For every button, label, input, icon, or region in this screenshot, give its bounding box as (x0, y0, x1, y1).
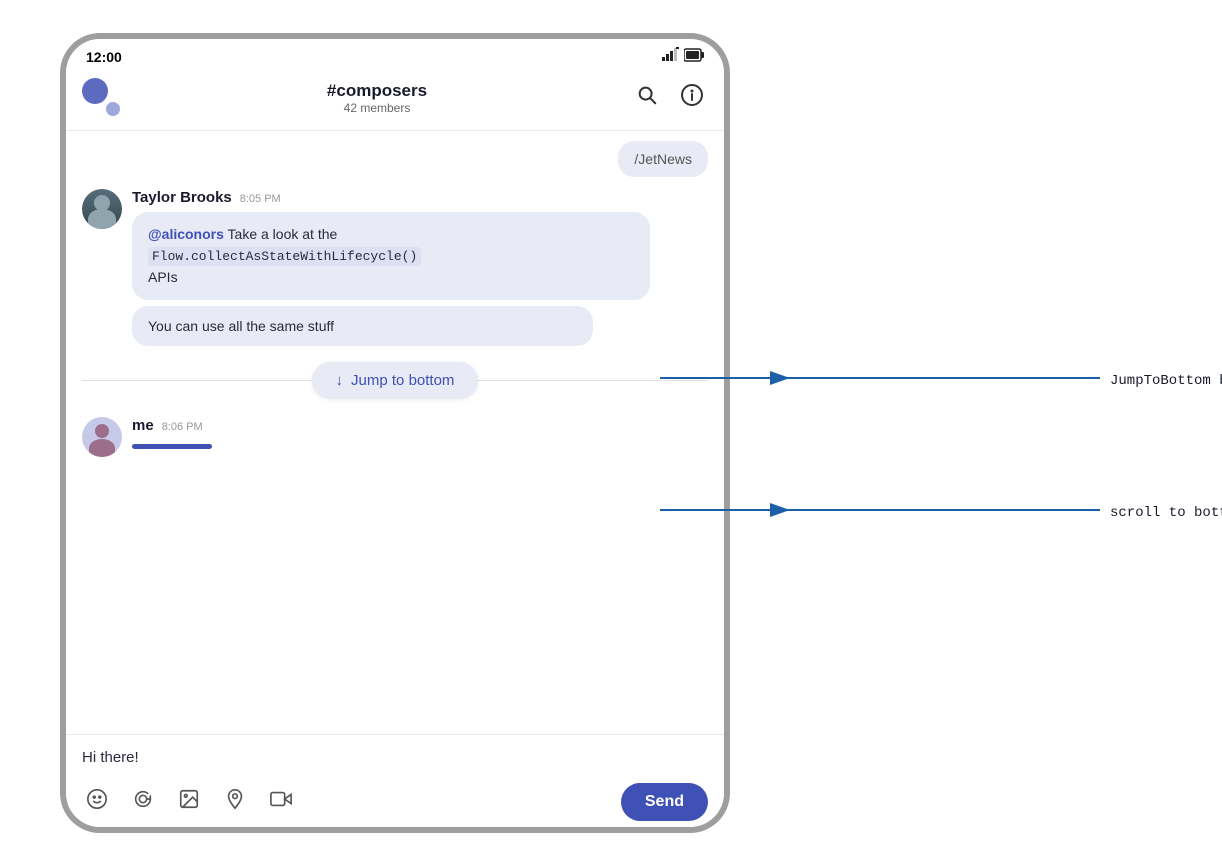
code-snippet: Flow.collectAsStateWithLifecycle() (148, 247, 421, 266)
send-button[interactable]: Send (621, 783, 708, 821)
header-actions (632, 79, 708, 117)
avatar-circle-small (104, 100, 122, 118)
info-button[interactable] (676, 79, 708, 117)
me-message-time: 8:06 PM (162, 421, 203, 433)
input-area: Hi there! (66, 734, 724, 827)
video-button[interactable] (266, 784, 296, 820)
channel-name: #composers (130, 81, 624, 101)
header-title: #composers 42 members (130, 81, 624, 115)
scroll-annotation-label: scroll to bottom on new messages (1110, 505, 1222, 521)
message-input-display: Hi there! (82, 745, 708, 773)
input-text: Hi there! (82, 749, 139, 766)
avatar-circle-big (82, 78, 108, 104)
image-button[interactable] (174, 784, 204, 820)
jump-arrow-icon: ↓ (336, 372, 344, 389)
channel-header: #composers 42 members (66, 70, 724, 131)
signal-icon (662, 47, 680, 66)
taylor-bubble-2: You can use all the same stuff (132, 306, 593, 346)
phone-frame: 12:00 (60, 33, 730, 833)
bubble-text-1: Take a look at the (224, 226, 337, 242)
me-message-header: me 8:06 PM (132, 417, 708, 434)
taylor-message-content: Taylor Brooks 8:05 PM @aliconors Take a … (132, 189, 708, 346)
taylor-avatar (82, 189, 122, 229)
me-message-content: me 8:06 PM (132, 417, 708, 457)
taylor-message-time: 8:05 PM (240, 193, 281, 205)
annotations-svg: JumpToBottom button scroll to bottom on … (660, 0, 1222, 846)
location-button[interactable] (220, 784, 250, 820)
jump-label: Jump to bottom (351, 372, 454, 389)
me-message-bar (132, 444, 212, 449)
taylor-bubble-1: @aliconors Take a look at the Flow.colle… (132, 212, 650, 300)
status-icons (662, 47, 704, 66)
mention-button[interactable] (128, 784, 158, 820)
taylor-message-header: Taylor Brooks 8:05 PM (132, 189, 708, 206)
status-bar: 12:00 (66, 39, 724, 70)
phone-wrapper: 12:00 (60, 33, 730, 833)
battery-icon (684, 48, 704, 65)
me-sender-name: me (132, 417, 154, 434)
status-time: 12:00 (86, 49, 122, 65)
toolbar: Send (82, 783, 708, 821)
taylor-sender-name: Taylor Brooks (132, 189, 232, 206)
me-message-group: me 8:06 PM (82, 417, 708, 457)
channel-avatar (82, 78, 122, 118)
jump-to-bottom-button[interactable]: ↓ Jump to bottom (312, 362, 479, 399)
member-count: 42 members (130, 101, 624, 115)
emoji-button[interactable] (82, 784, 112, 820)
me-avatar (82, 417, 122, 457)
jump-to-bottom-container: ↓ Jump to bottom (82, 354, 708, 407)
previous-message: /JetNews (618, 141, 708, 177)
taylor-message-group: Taylor Brooks 8:05 PM @aliconors Take a … (82, 189, 708, 346)
bubble-text-2: APIs (148, 269, 178, 285)
search-button[interactable] (632, 80, 662, 116)
chat-area[interactable]: /JetNews Taylor Brooks 8:05 PM @aliconor… (66, 131, 724, 734)
mention-tag: @aliconors (148, 226, 224, 242)
jump-annotation-label: JumpToBottom button (1110, 373, 1222, 389)
